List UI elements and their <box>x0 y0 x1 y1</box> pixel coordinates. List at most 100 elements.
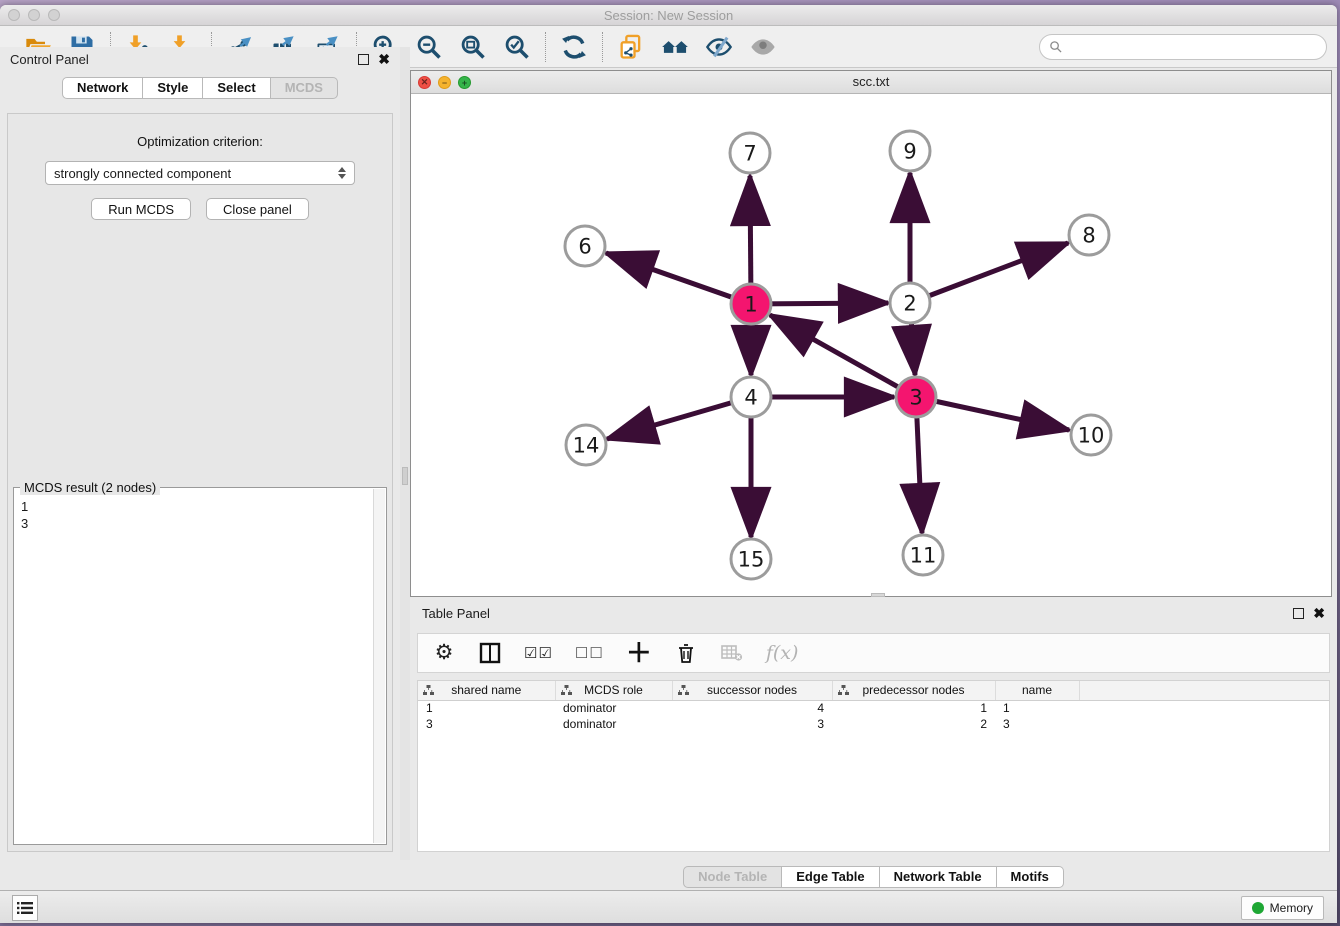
tab-network-table[interactable]: Network Table <box>880 866 997 888</box>
node-8[interactable]: 8 <box>1069 215 1109 255</box>
net-zoom-icon[interactable]: + <box>458 76 471 89</box>
column-header-predecessor-nodes[interactable]: predecessor nodes <box>832 681 995 700</box>
hierarchy-icon <box>561 685 572 699</box>
node-4[interactable]: 4 <box>731 377 771 417</box>
memory-label: Memory <box>1270 901 1313 915</box>
result-scrollbar[interactable] <box>373 489 385 843</box>
svg-text:6: 6 <box>578 234 591 258</box>
delete-table-icon <box>720 640 744 666</box>
hierarchy-icon <box>423 685 434 699</box>
edge-4-14[interactable] <box>607 397 751 439</box>
tab-edge-table[interactable]: Edge Table <box>782 866 879 888</box>
net-close-icon[interactable]: ✕ <box>418 76 431 89</box>
svg-text:11: 11 <box>910 543 937 567</box>
svg-text:8: 8 <box>1082 223 1095 247</box>
node-3-selected[interactable]: 3 <box>896 377 936 417</box>
duplicate-network-icon[interactable] <box>616 32 646 62</box>
hide-selected-icon[interactable] <box>704 32 734 62</box>
show-all-icon[interactable] <box>748 32 778 62</box>
table-row[interactable]: 3 dominator 3 2 3 <box>418 716 1329 732</box>
select-all-icon[interactable]: ☑☑ <box>524 640 553 666</box>
column-header-name[interactable]: name <box>995 681 1079 700</box>
run-mcds-button[interactable]: Run MCDS <box>91 198 191 220</box>
svg-text:14: 14 <box>573 433 600 457</box>
add-column-icon[interactable]: ＋ <box>626 640 652 666</box>
minimize-window-icon[interactable] <box>28 9 40 21</box>
application-window: Session: New Session <box>0 5 1337 923</box>
svg-text:3: 3 <box>909 385 922 409</box>
mcds-result-list[interactable]: 1 3 <box>15 496 373 843</box>
node-6[interactable]: 6 <box>565 226 605 266</box>
memory-button[interactable]: Memory <box>1241 896 1324 920</box>
hierarchy-icon <box>838 685 849 699</box>
search-input[interactable] <box>1067 39 1317 54</box>
edge-3-10[interactable] <box>916 397 1069 430</box>
splitter-grip[interactable] <box>402 467 408 485</box>
table-row[interactable]: 1 dominator 4 1 1 <box>418 700 1329 716</box>
net-minimize-icon[interactable]: − <box>438 76 451 89</box>
deselect-all-icon[interactable]: ☐☐ <box>575 640 604 666</box>
tab-motifs[interactable]: Motifs <box>997 866 1064 888</box>
first-neighbors-icon[interactable] <box>660 32 690 62</box>
tab-style[interactable]: Style <box>143 77 203 99</box>
titlebar: Session: New Session <box>0 5 1337 26</box>
panel-splitter[interactable] <box>400 47 410 860</box>
close-window-icon[interactable] <box>8 9 20 21</box>
network-canvas[interactable]: 7 9 6 8 1 2 4 3 14 10 15 11 <box>411 95 1331 596</box>
column-layout-icon[interactable] <box>478 640 502 666</box>
edge-3-1[interactable] <box>770 315 916 397</box>
node-table[interactable]: shared name MCDS role successor nodes pr… <box>417 680 1330 852</box>
tab-network[interactable]: Network <box>62 77 143 99</box>
zoom-selected-icon[interactable] <box>502 32 532 62</box>
node-10[interactable]: 10 <box>1071 415 1111 455</box>
tab-node-table[interactable]: Node Table <box>683 866 782 888</box>
node-2[interactable]: 2 <box>890 283 930 323</box>
svg-text:15: 15 <box>738 547 765 571</box>
column-header-mcds-role[interactable]: MCDS role <box>555 681 672 700</box>
zoom-fit-icon[interactable] <box>458 32 488 62</box>
edge-group[interactable] <box>606 173 1069 537</box>
close-panel-button[interactable]: Close panel <box>206 198 309 220</box>
tab-select[interactable]: Select <box>203 77 270 99</box>
column-header-shared-name[interactable]: shared name <box>418 681 555 700</box>
float-panel-icon[interactable] <box>358 54 369 65</box>
status-bar: Memory <box>0 890 1337 923</box>
control-panel: Control Panel ✖ Network Style Select MCD… <box>0 47 400 860</box>
node-7[interactable]: 7 <box>730 133 770 173</box>
select-stepper-icon <box>338 167 346 179</box>
table-float-panel-icon[interactable] <box>1293 608 1304 619</box>
node-1-selected[interactable]: 1 <box>731 284 771 324</box>
criterion-select[interactable]: strongly connected component <box>45 161 355 185</box>
close-panel-icon[interactable]: ✖ <box>378 54 390 65</box>
mcds-result-title: MCDS result (2 nodes) <box>20 480 160 495</box>
table-panel-title: Table Panel <box>422 606 490 621</box>
search-field[interactable] <box>1039 34 1327 60</box>
svg-text:9: 9 <box>903 139 916 163</box>
zoom-window-icon[interactable] <box>48 9 60 21</box>
edge-2-8[interactable] <box>910 243 1068 303</box>
network-window-titlebar[interactable]: ✕ − + scc.txt <box>411 71 1331 94</box>
delete-column-icon[interactable] <box>674 640 698 666</box>
svg-text:4: 4 <box>744 385 757 409</box>
tab-mcds[interactable]: MCDS <box>271 77 338 99</box>
network-title: scc.txt <box>411 71 1331 93</box>
column-header-filler <box>1079 681 1329 700</box>
hierarchy-icon <box>678 685 689 699</box>
settings-gear-icon[interactable]: ⚙ <box>432 640 456 666</box>
zoom-out-icon[interactable] <box>414 32 444 62</box>
refresh-icon[interactable] <box>559 32 589 62</box>
table-close-panel-icon[interactable]: ✖ <box>1313 608 1325 619</box>
node-9[interactable]: 9 <box>890 131 930 171</box>
network-graph[interactable]: 7 9 6 8 1 2 4 3 14 10 15 11 <box>411 95 1331 597</box>
mcds-panel: Optimization criterion: strongly connect… <box>7 113 393 852</box>
mcds-result-box: MCDS result (2 nodes) 1 3 <box>13 487 387 845</box>
column-header-successor-nodes[interactable]: successor nodes <box>672 681 832 700</box>
task-history-button[interactable] <box>12 895 38 921</box>
function-builder-icon: f(x) <box>766 640 799 666</box>
result-line: 1 <box>21 498 367 515</box>
search-icon <box>1049 40 1062 53</box>
node-15[interactable]: 15 <box>731 539 771 579</box>
edge-1-6[interactable] <box>606 253 751 304</box>
node-14[interactable]: 14 <box>566 425 606 465</box>
node-11[interactable]: 11 <box>903 535 943 575</box>
